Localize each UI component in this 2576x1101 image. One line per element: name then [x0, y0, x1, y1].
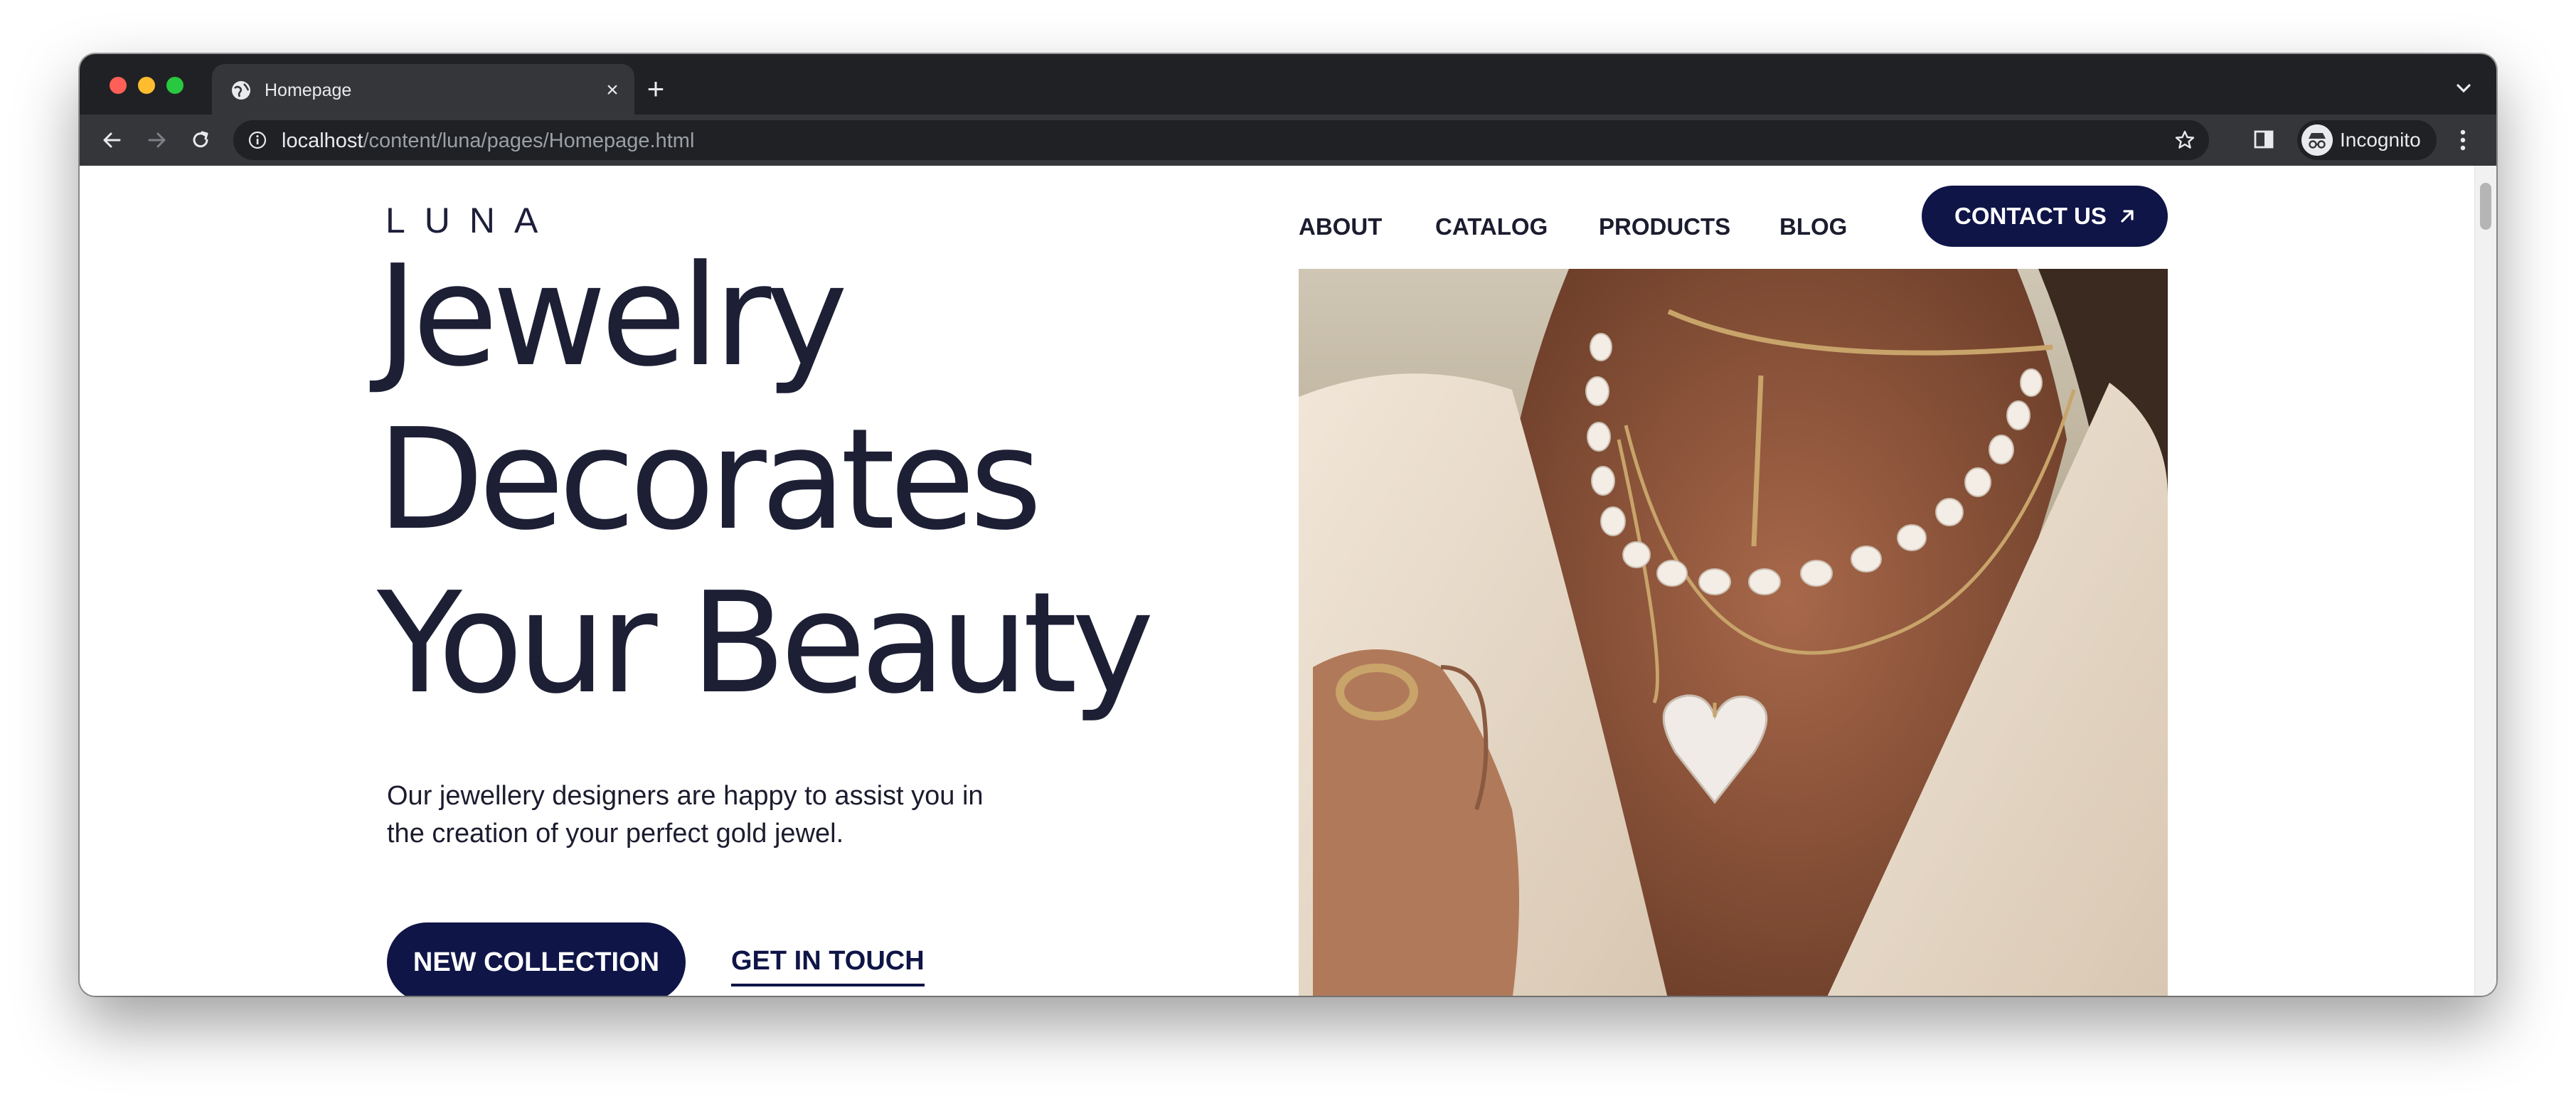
side-panel-icon[interactable]: [2252, 127, 2276, 151]
hero-jewelry-photo: [1299, 269, 2168, 996]
new-collection-button[interactable]: NEW COLLECTION: [387, 922, 686, 996]
contact-us-button[interactable]: CONTACT US: [1922, 186, 2168, 247]
hero-subtext: Our jewellery designers are happy to ass…: [387, 781, 984, 849]
arrow-left-icon[interactable]: [100, 127, 125, 153]
star-icon[interactable]: [2173, 129, 2196, 151]
tab-homepage[interactable]: Homepage ×: [212, 64, 634, 115]
page-viewport: LUNA ABOUT CATALOG PRODUCTS BLOG CONTACT…: [80, 166, 2496, 996]
incognito-profile-chip[interactable]: Incognito: [2297, 120, 2437, 160]
minimize-window-button[interactable]: [138, 77, 155, 94]
chevron-down-icon[interactable]: [2451, 75, 2476, 101]
nav-catalog[interactable]: CATALOG: [1435, 214, 1548, 240]
address-bar[interactable]: localhost/content/luna/pages/Homepage.ht…: [233, 120, 2209, 160]
url-text: localhost/content/luna/pages/Homepage.ht…: [282, 129, 694, 152]
kebab-menu-icon[interactable]: [2454, 126, 2472, 154]
url-path: /content/luna/pages/Homepage.html: [363, 129, 695, 152]
url-host: localhost: [282, 129, 363, 152]
nav-blog[interactable]: BLOG: [1779, 214, 1847, 240]
arrow-up-right-icon: [2121, 210, 2134, 223]
scrollbar-thumb[interactable]: [2480, 183, 2491, 230]
globe-icon: [232, 81, 250, 100]
plus-icon[interactable]: +: [642, 74, 670, 104]
maximize-window-button[interactable]: [166, 77, 183, 94]
close-window-button[interactable]: [110, 77, 127, 94]
tab-close-icon[interactable]: ×: [600, 78, 624, 102]
tab-title: Homepage: [265, 80, 352, 100]
nav-about[interactable]: ABOUT: [1299, 214, 1382, 240]
profile-label: Incognito: [2340, 129, 2421, 151]
arrow-right-icon[interactable]: [144, 127, 169, 153]
page-scrollbar[interactable]: [2474, 166, 2496, 996]
hero-headline-line-3: Your Beauty: [377, 563, 1154, 725]
contact-us-label: CONTACT US: [1954, 203, 2107, 229]
browser-toolbar: localhost/content/luna/pages/Homepage.ht…: [80, 115, 2496, 166]
get-in-touch-link[interactable]: GET IN TOUCH: [731, 945, 925, 986]
incognito-icon: [2301, 124, 2333, 156]
site-logo[interactable]: LUNA: [385, 203, 557, 238]
info-icon[interactable]: [248, 130, 267, 150]
browser-window: Homepage × + localhost/content/luna/page…: [80, 54, 2496, 996]
tab-strip: Homepage × +: [80, 54, 2496, 115]
get-in-touch-label: GET IN TOUCH: [731, 946, 925, 976]
nav-products[interactable]: PRODUCTS: [1599, 214, 1730, 240]
reload-icon[interactable]: [188, 127, 213, 153]
hero-headline-line-2: Decorates: [377, 399, 1042, 561]
hero-headline-line-1: Jewelry: [377, 235, 848, 398]
new-collection-label: NEW COLLECTION: [413, 947, 660, 977]
